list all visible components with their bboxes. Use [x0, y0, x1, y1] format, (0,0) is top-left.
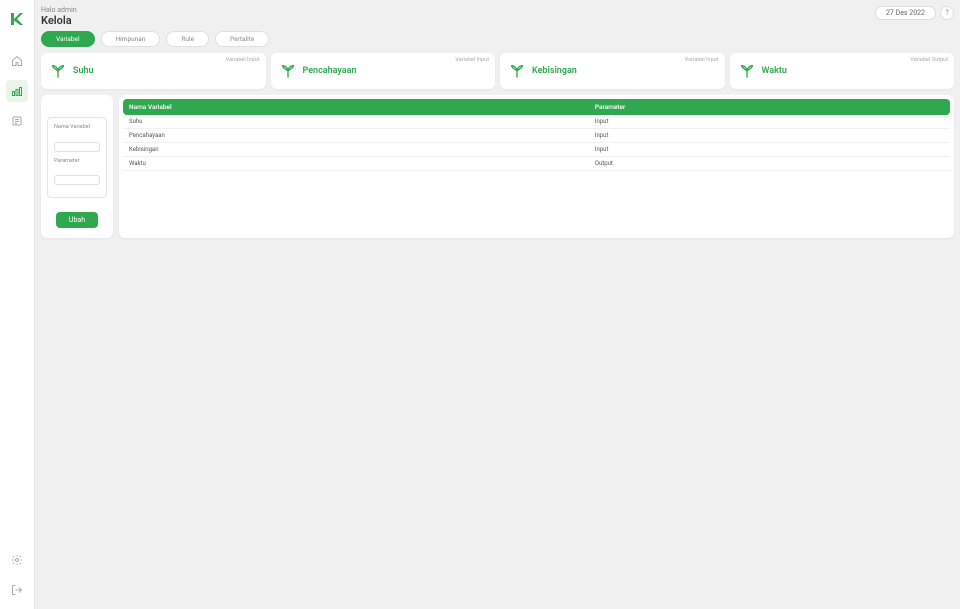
- app-logo: [6, 8, 28, 30]
- cell-nama: Waktu: [123, 157, 589, 171]
- tab-pertalite[interactable]: Pertalite: [215, 31, 269, 47]
- ubah-button[interactable]: Ubah: [56, 212, 98, 228]
- variable-tag: Variabel Input: [455, 57, 489, 63]
- tab-himpunan[interactable]: Himpunan: [101, 31, 161, 47]
- table-header-nama: Nama Variabel: [123, 99, 589, 115]
- tab-variabel[interactable]: Variabel: [41, 31, 95, 47]
- sidebar-item-list[interactable]: [6, 110, 28, 132]
- plant-icon: [279, 62, 297, 80]
- help-icon[interactable]: ?: [940, 6, 954, 20]
- variable-card-suhu[interactable]: Variabel Input Suhu: [41, 53, 266, 89]
- sidebar-item-logout[interactable]: [6, 579, 28, 601]
- cell-nama: Suhu: [123, 115, 589, 129]
- variable-name: Kebisingan: [532, 66, 577, 76]
- input-parameter[interactable]: [54, 175, 100, 185]
- tab-rule[interactable]: Rule: [166, 31, 209, 47]
- variable-card-waktu[interactable]: Variabel Output Waktu: [730, 53, 955, 89]
- form-card: Nama Variabel Parameter: [47, 117, 107, 198]
- variable-card-pencahayaan[interactable]: Variabel Input Pencahayaan: [271, 53, 496, 89]
- header: Halo admin Kelola 27 Des 2022 ?: [41, 6, 954, 27]
- table-row[interactable]: Waktu Output: [123, 157, 950, 171]
- cell-nama: Pencahayaan: [123, 129, 589, 143]
- input-nama-variabel[interactable]: [54, 142, 100, 152]
- variable-cards: Variabel Input Suhu Variabel Input Penca…: [41, 53, 954, 89]
- sidebar-item-settings[interactable]: [6, 549, 28, 571]
- cell-parameter: Output: [589, 157, 950, 171]
- greeting-text: Halo admin: [41, 6, 77, 14]
- variable-tag: Variabel Input: [226, 57, 260, 63]
- variable-name: Pencahayaan: [303, 66, 357, 76]
- sidebar: [0, 0, 35, 609]
- table-panel: Nama Variabel Parameter Suhu Input Penca…: [119, 95, 954, 238]
- cell-parameter: Input: [589, 143, 950, 157]
- cell-parameter: Input: [589, 115, 950, 129]
- plant-icon: [49, 62, 67, 80]
- plant-icon: [738, 62, 756, 80]
- main-content: Halo admin Kelola 27 Des 2022 ? Variabel…: [35, 0, 960, 609]
- table-row[interactable]: Kebisingan Input: [123, 143, 950, 157]
- variable-table: Nama Variabel Parameter Suhu Input Penca…: [123, 99, 950, 171]
- sidebar-item-home[interactable]: [6, 50, 28, 72]
- variable-tag: Variabel Input: [685, 57, 719, 63]
- cell-parameter: Input: [589, 129, 950, 143]
- variable-name: Waktu: [762, 66, 787, 76]
- field-label-parameter: Parameter: [54, 158, 100, 164]
- sub-tabs: Variabel Himpunan Rule Pertalite: [41, 31, 954, 47]
- form-panel: Nama Variabel Parameter Ubah: [41, 95, 113, 238]
- variable-card-kebisingan[interactable]: Variabel Input Kebisingan: [500, 53, 725, 89]
- cell-nama: Kebisingan: [123, 143, 589, 157]
- page-title: Kelola: [41, 14, 77, 27]
- variable-name: Suhu: [73, 66, 94, 76]
- field-label-nama: Nama Variabel: [54, 124, 100, 130]
- table-row[interactable]: Pencahayaan Input: [123, 129, 950, 143]
- variable-tag: Variabel Output: [910, 57, 948, 63]
- date-display: 27 Des 2022: [875, 6, 936, 20]
- plant-icon: [508, 62, 526, 80]
- table-row[interactable]: Suhu Input: [123, 115, 950, 129]
- sidebar-item-kelola[interactable]: [6, 80, 28, 102]
- table-header-parameter: Parameter: [589, 99, 950, 115]
